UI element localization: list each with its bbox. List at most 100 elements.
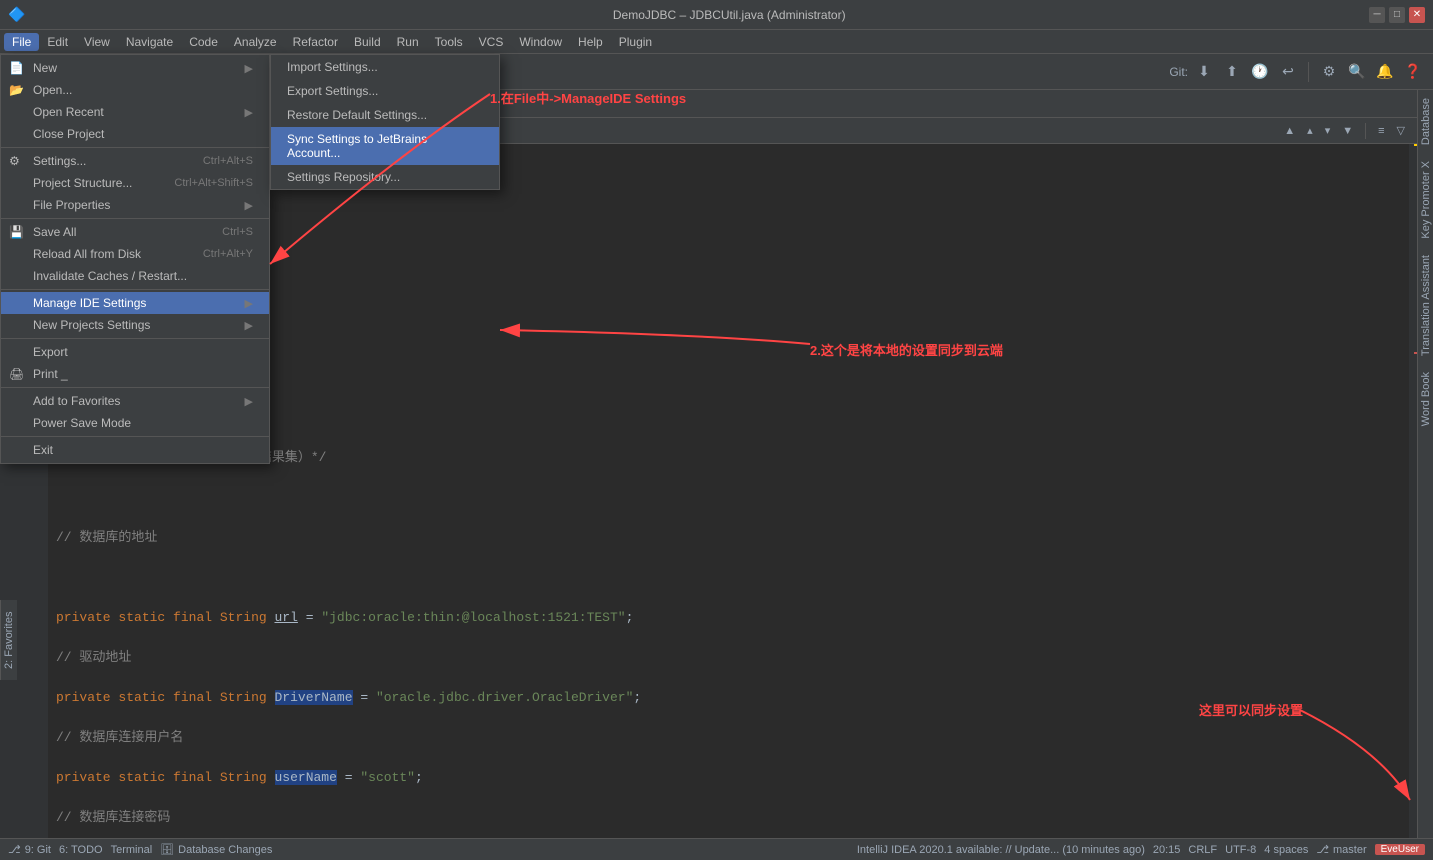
menu-build[interactable]: Build: [346, 33, 389, 51]
menu-analyze[interactable]: Analyze: [226, 33, 285, 51]
menu-open-recent[interactable]: Open Recent ▶: [1, 101, 269, 123]
git-status[interactable]: ⎇ 9: Git: [8, 843, 51, 856]
search-everywhere-button[interactable]: 🔍: [1345, 60, 1369, 84]
menu-manage-ide[interactable]: Manage IDE Settings ▶: [1, 292, 269, 314]
indent-status[interactable]: 4 spaces: [1264, 844, 1308, 856]
translation-tab[interactable]: Translation Assistant: [1418, 247, 1433, 364]
minimize-button[interactable]: ─: [1369, 7, 1385, 23]
notifications-button[interactable]: 🔔: [1373, 60, 1397, 84]
favorites-arrow-icon: ▶: [245, 395, 253, 408]
menu-refactor[interactable]: Refactor: [285, 33, 346, 51]
reload-shortcut: Ctrl+Alt+Y: [203, 248, 253, 260]
manage-ide-submenu: Import Settings... Export Settings... Re…: [270, 54, 500, 190]
scroll-down[interactable]: ▾: [1321, 123, 1335, 138]
scroll-up[interactable]: ▴: [1303, 123, 1317, 138]
code-line: [56, 568, 1401, 588]
submenu-import-settings[interactable]: Import Settings...: [271, 55, 499, 79]
submenu-sync-settings[interactable]: Sync Settings to JetBrains Account...: [271, 127, 499, 165]
favorites-panel[interactable]: 2: Favorites: [0, 600, 17, 680]
settings-shortcut: Ctrl+Alt+S: [203, 155, 253, 167]
menu-file[interactable]: File: [4, 33, 39, 51]
settings-button[interactable]: ⚙: [1317, 60, 1341, 84]
git-rollback-button[interactable]: ↩: [1276, 60, 1300, 84]
maximize-button[interactable]: □: [1389, 7, 1405, 23]
submenu-restore-defaults[interactable]: Restore Default Settings...: [271, 103, 499, 127]
submenu-settings-repository[interactable]: Settings Repository...: [271, 165, 499, 189]
menu-section-2: ⚙ Settings... Ctrl+Alt+S Project Structu…: [1, 148, 269, 219]
menu-window[interactable]: Window: [511, 33, 570, 51]
menu-section-5: Export 🖨 Print _: [1, 339, 269, 388]
right-panels: Database Key Promoter X Translation Assi…: [1417, 90, 1433, 838]
line-col-status[interactable]: 20:15: [1153, 844, 1181, 856]
ed-toolbar-sep: [1365, 123, 1366, 139]
menu-tools[interactable]: Tools: [427, 33, 471, 51]
menu-new[interactable]: 📄 New ▶: [1, 57, 269, 79]
wordbook-tab[interactable]: Word Book: [1418, 364, 1433, 434]
line-col-label: 20:15: [1153, 844, 1181, 856]
menu-vcs[interactable]: VCS: [471, 33, 512, 51]
encoding-status[interactable]: UTF-8: [1225, 844, 1256, 856]
menu-project-structure[interactable]: Project Structure... Ctrl+Alt+Shift+S: [1, 172, 269, 194]
help-button[interactable]: ❓: [1401, 60, 1425, 84]
git-push-button[interactable]: ⬆: [1220, 60, 1244, 84]
db-icon: 🗄: [160, 843, 174, 856]
menu-close-project[interactable]: Close Project: [1, 123, 269, 145]
terminal-status[interactable]: Terminal: [111, 844, 153, 856]
git-history-button[interactable]: 🕐: [1248, 60, 1272, 84]
menu-edit[interactable]: Edit: [39, 33, 76, 51]
line-ending-status[interactable]: CRLF: [1188, 844, 1217, 856]
open-recent-arrow-icon: ▶: [245, 106, 253, 119]
menu-plugin[interactable]: Plugin: [611, 33, 660, 51]
menu-reload[interactable]: Reload All from Disk Ctrl+Alt+Y: [1, 243, 269, 265]
title-bar: 🔷 DemoJDBC – JDBCUtil.java (Administrato…: [0, 0, 1433, 30]
menu-help[interactable]: Help: [570, 33, 611, 51]
branch-status[interactable]: ⎇ master: [1316, 843, 1366, 856]
git-icon: ⎇: [8, 843, 21, 856]
idea-update-label: IntelliJ IDEA 2020.1 available: // Updat…: [857, 844, 1145, 856]
status-bar: ⎇ 9: Git 6: TODO Terminal 🗄 Database Cha…: [0, 838, 1433, 860]
align-button[interactable]: ≡: [1374, 124, 1388, 138]
menu-open[interactable]: 📂 Open...: [1, 79, 269, 101]
menu-view[interactable]: View: [76, 33, 118, 51]
menu-power-save[interactable]: Power Save Mode: [1, 412, 269, 434]
todo-status[interactable]: 6: TODO: [59, 844, 103, 856]
menu-navigate[interactable]: Navigate: [118, 33, 181, 51]
code-line: private static final String DriverName =…: [56, 688, 1401, 708]
code-line: // 数据库的地址: [56, 528, 1401, 548]
git-update-button[interactable]: ⬇: [1192, 60, 1216, 84]
code-scrollbar[interactable]: [1409, 144, 1417, 838]
menu-save-all[interactable]: 💾 Save All Ctrl+S: [1, 221, 269, 243]
csdn-label[interactable]: EveUser: [1375, 844, 1425, 855]
code-line: // 数据库连接密码: [56, 808, 1401, 828]
menu-file-properties[interactable]: File Properties ▶: [1, 194, 269, 216]
scroll-top[interactable]: ▲: [1280, 124, 1299, 138]
toolbar-separator-3: [1308, 62, 1309, 82]
menu-add-favorites[interactable]: Add to Favorites ▶: [1, 390, 269, 412]
menu-settings[interactable]: ⚙ Settings... Ctrl+Alt+S: [1, 150, 269, 172]
db-changes-status[interactable]: 🗄 Database Changes: [160, 843, 272, 856]
submenu-export-settings[interactable]: Export Settings...: [271, 79, 499, 103]
menu-run[interactable]: Run: [389, 33, 427, 51]
menu-export[interactable]: Export: [1, 341, 269, 363]
line-ending-label: CRLF: [1188, 844, 1217, 856]
scroll-bottom[interactable]: ▼: [1338, 124, 1357, 138]
encoding-label: UTF-8: [1225, 844, 1256, 856]
key-promoter-tab[interactable]: Key Promoter X: [1418, 153, 1433, 247]
menu-print[interactable]: 🖨 Print _: [1, 363, 269, 385]
project-structure-shortcut: Ctrl+Alt+Shift+S: [174, 177, 253, 189]
title-icon: 🔷: [8, 6, 25, 23]
idea-update-status[interactable]: IntelliJ IDEA 2020.1 available: // Updat…: [857, 844, 1145, 856]
menu-invalidate-caches[interactable]: Invalidate Caches / Restart...: [1, 265, 269, 287]
database-panel-tab[interactable]: Database: [1418, 90, 1433, 153]
file-properties-arrow-icon: ▶: [245, 199, 253, 212]
code-line: private static final String url = "jdbc:…: [56, 608, 1401, 628]
menu-exit[interactable]: Exit: [1, 439, 269, 461]
close-button[interactable]: ✕: [1409, 7, 1425, 23]
menu-code[interactable]: Code: [181, 33, 226, 51]
scroll-marker: [1414, 144, 1417, 146]
menu-new-projects-settings[interactable]: New Projects Settings ▶: [1, 314, 269, 336]
print-icon: 🖨: [9, 367, 24, 381]
new-arrow-icon: ▶: [245, 62, 253, 75]
filter-button[interactable]: ▽: [1393, 123, 1409, 138]
title-text: DemoJDBC – JDBCUtil.java (Administrator): [33, 8, 1425, 22]
